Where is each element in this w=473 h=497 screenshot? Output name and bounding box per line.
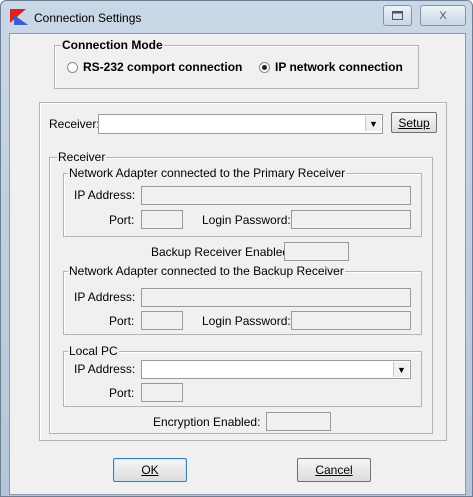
radio-ip-network[interactable]	[259, 62, 270, 73]
receiver-select[interactable]: ▼	[98, 114, 383, 134]
primary-password-label: Login Password:	[202, 213, 291, 227]
ok-button[interactable]: OK	[113, 458, 187, 482]
close-button[interactable]: X	[420, 5, 466, 26]
primary-adapter-title: Network Adapter connected to the Primary…	[68, 166, 347, 180]
receiver-group-title: Receiver	[57, 150, 107, 164]
dialog-body: Connection Mode RS-232 comport connectio…	[9, 33, 466, 495]
connection-mode-title: Connection Mode	[61, 38, 164, 52]
local-pc-title: Local PC	[68, 344, 119, 358]
setup-button[interactable]: Setup	[391, 112, 437, 133]
local-pc-port-field[interactable]	[141, 383, 183, 402]
close-icon: X	[439, 9, 447, 22]
backup-port-field[interactable]	[141, 311, 183, 330]
backup-password-field[interactable]	[291, 311, 411, 330]
app-icon	[10, 9, 28, 25]
cancel-button[interactable]: Cancel	[297, 458, 371, 482]
backup-adapter-title: Network Adapter connected to the Backup …	[68, 264, 345, 278]
local-pc-ip-select[interactable]: ▼	[141, 360, 411, 379]
primary-port-label: Port:	[109, 213, 135, 227]
primary-ip-field[interactable]	[141, 186, 411, 205]
local-pc-port-label: Port:	[109, 386, 135, 400]
backup-password-label: Login Password:	[202, 314, 291, 328]
encryption-enabled-field[interactable]	[266, 412, 331, 431]
radio-rs232[interactable]	[67, 62, 78, 73]
backup-enabled-label: Backup Receiver Enabled:	[151, 245, 293, 259]
backup-ip-field[interactable]	[141, 288, 411, 307]
title-bar[interactable]: Connection Settings X	[1, 1, 472, 33]
window-title: Connection Settings	[34, 11, 142, 25]
backup-ip-label: IP Address:	[74, 290, 136, 304]
primary-port-field[interactable]	[141, 210, 183, 229]
receiver-label: Receiver:	[49, 117, 100, 131]
primary-ip-label: IP Address:	[74, 188, 136, 202]
chevron-down-icon[interactable]: ▼	[393, 362, 409, 377]
connection-settings-window: Connection Settings X Connection Mode RS…	[0, 0, 473, 497]
restore-icon	[392, 11, 403, 20]
encryption-enabled-label: Encryption Enabled:	[153, 415, 261, 429]
chevron-down-icon[interactable]: ▼	[365, 116, 381, 131]
radio-ip-network-label[interactable]: IP network connection	[275, 60, 403, 74]
backup-enabled-field[interactable]	[284, 242, 349, 261]
local-pc-ip-label: IP Address:	[74, 362, 136, 376]
primary-password-field[interactable]	[291, 210, 411, 229]
restore-button[interactable]	[383, 5, 412, 26]
backup-port-label: Port:	[109, 314, 135, 328]
radio-rs232-label[interactable]: RS-232 comport connection	[83, 60, 242, 74]
